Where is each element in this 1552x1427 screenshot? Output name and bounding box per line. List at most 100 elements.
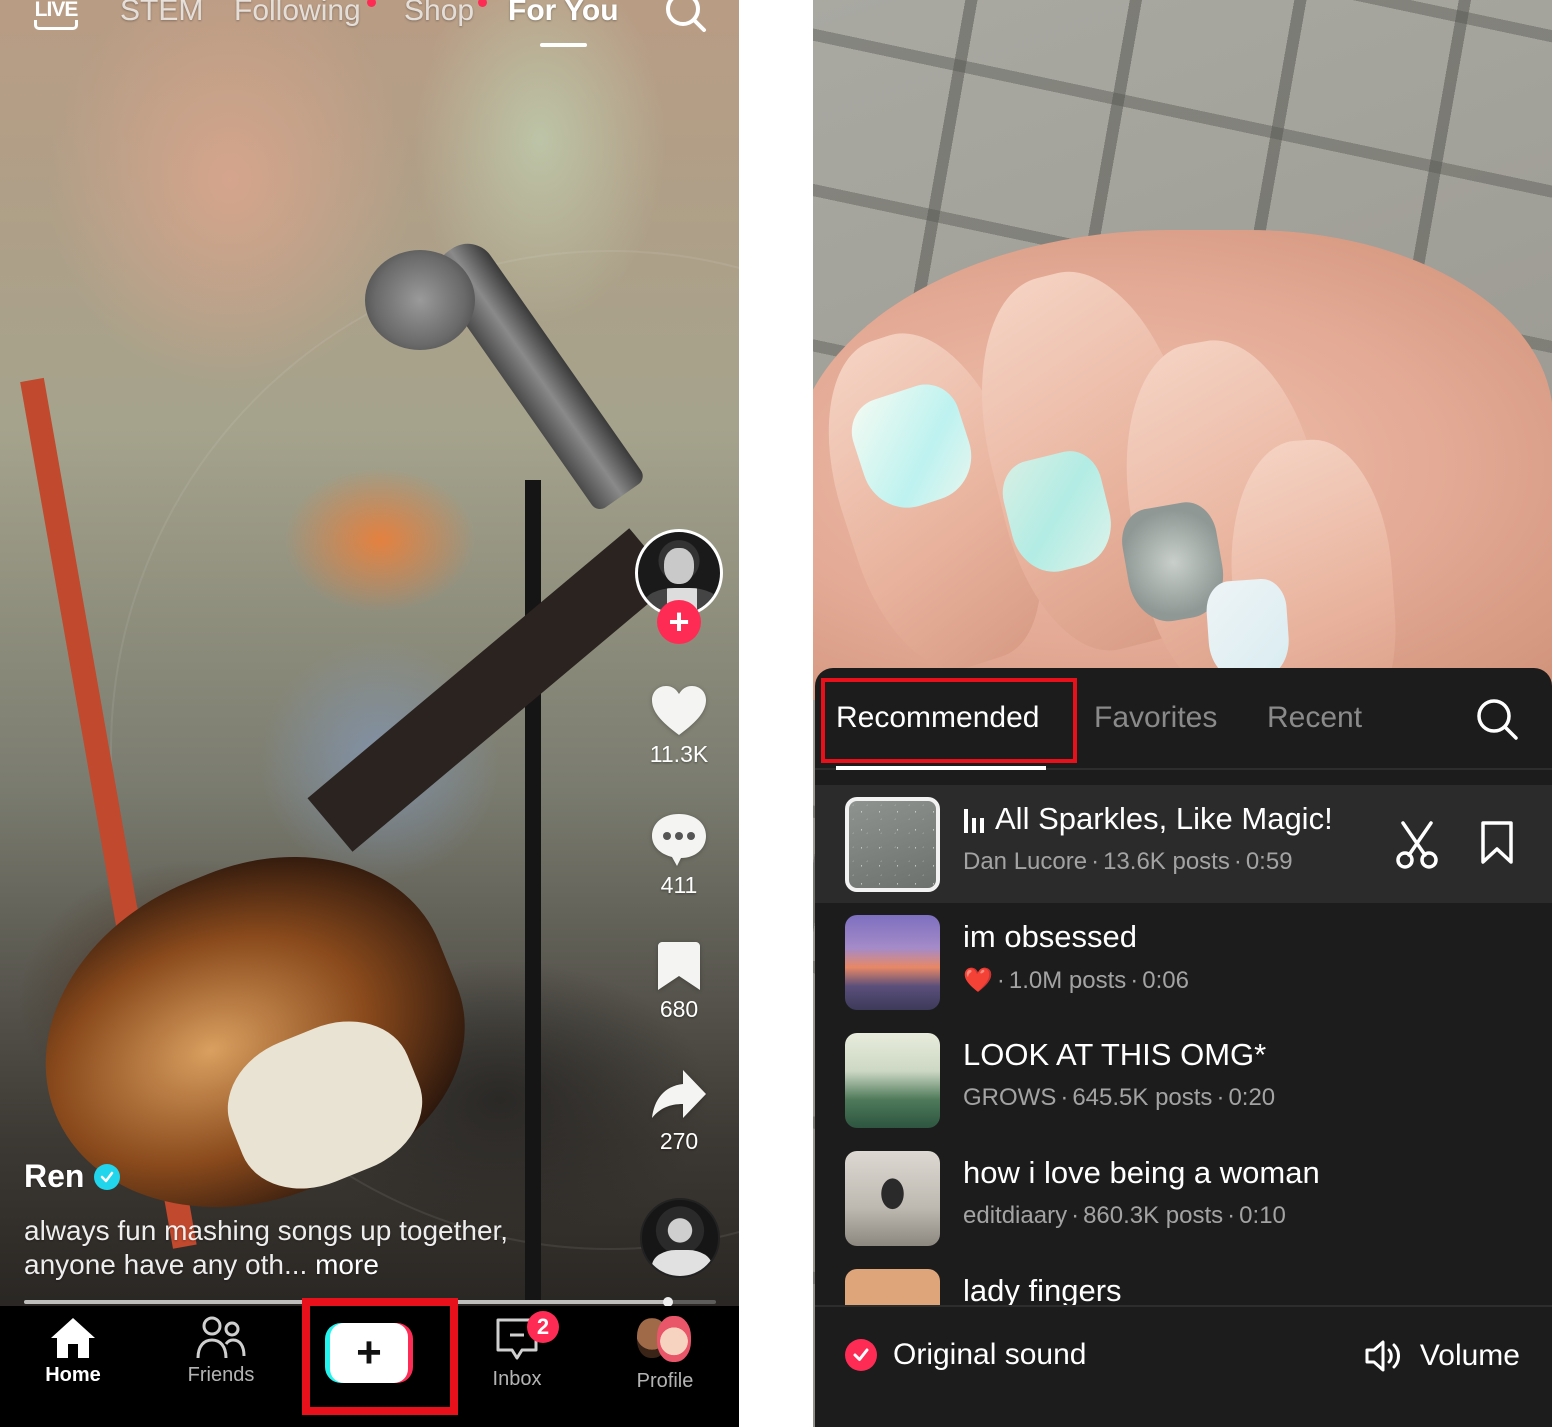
bookmark-count: 680 (659, 996, 699, 1022)
sound-title: how i love being a woman (963, 1155, 1320, 1190)
sound-duration: 0:20 (1228, 1084, 1276, 1111)
sound-search-icon[interactable] (1474, 696, 1520, 742)
sound-meta: Dan Lucore · 13.6K posts · 0:59 (963, 848, 1293, 876)
original-sound-toggle[interactable]: Original sound (845, 1338, 1086, 1372)
sound-row[interactable]: im obsessed ❤️ · 1.0M posts · 0:06 (815, 903, 1552, 1021)
sound-title: lady fingers (963, 1273, 1122, 1305)
original-sound-label: Original sound (893, 1338, 1087, 1371)
verified-badge-icon (94, 1163, 121, 1190)
tab-following[interactable]: Following (234, 0, 361, 28)
sound-title-text: All Sparkles, Like Magic! (995, 801, 1333, 836)
volume-button[interactable]: Volume (1364, 1338, 1520, 1374)
top-feed-nav: LIVE STEM Following Shop For You (0, 0, 739, 60)
search-icon[interactable] (662, 0, 710, 36)
sound-title: All Sparkles, Like Magic! (963, 801, 1333, 837)
nav-inbox[interactable]: Inbox (447, 1306, 587, 1427)
nav-profile[interactable]: Profile (595, 1306, 735, 1427)
bookmark-button[interactable]: 680 (630, 942, 728, 1023)
video-mic-head (365, 250, 475, 350)
sound-thumbnail (845, 915, 940, 1010)
meta-separator: · (1130, 966, 1139, 994)
sound-sheet-footer: Original sound Volume (815, 1305, 1552, 1427)
nav-friends[interactable]: Friends (151, 1306, 291, 1427)
sound-bottom-sheet: Recommended Favorites Recent All Sparkle… (815, 668, 1552, 1427)
tab-stem[interactable]: STEM (120, 0, 203, 28)
heart-emoji-icon: ❤️ (963, 967, 993, 994)
like-button[interactable]: 11.3K (630, 685, 728, 768)
caption-text: always fun mashing songs up together, an… (24, 1215, 509, 1280)
comment-count: 411 (660, 872, 698, 898)
nav-profile-label: Profile (636, 1370, 694, 1392)
meta-separator: · (1071, 1202, 1080, 1229)
tab-shop[interactable]: Shop (404, 0, 474, 28)
sound-duration: 0:59 (1245, 848, 1293, 875)
nav-inbox-label: Inbox (492, 1368, 542, 1390)
meta-separator: · (1216, 1084, 1225, 1111)
meta-separator: · (996, 966, 1005, 994)
share-count: 270 (659, 1128, 699, 1154)
meta-separator: · (1227, 1202, 1236, 1229)
comment-icon (652, 814, 706, 866)
sound-title: LOOK AT THIS OMG* (963, 1037, 1267, 1072)
post-caption[interactable]: always fun mashing songs up together, an… (24, 1214, 584, 1282)
comment-button[interactable]: 411 (630, 812, 728, 899)
sound-thumbnail (845, 797, 940, 892)
sound-posts: 13.6K posts (1103, 848, 1230, 875)
meta-separator: · (1060, 1084, 1069, 1111)
sound-artist: Dan Lucore (963, 848, 1088, 875)
bookmark-icon (658, 942, 700, 990)
sound-artist: GROWS (963, 1084, 1057, 1111)
active-tab-indicator (540, 43, 587, 47)
speaker-volume-icon (1365, 1340, 1400, 1372)
sound-meta: editdiaary · 860.3K posts · 0:10 (963, 1202, 1286, 1230)
sound-row[interactable]: lady fingers (815, 1257, 1552, 1305)
active-sound-tab-indicator (836, 766, 1046, 770)
favorite-sound-bookmark-icon[interactable] (1479, 821, 1515, 865)
meta-separator: · (1091, 848, 1100, 875)
caption-more-link[interactable]: more (315, 1249, 379, 1280)
trim-scissors-icon[interactable] (1395, 821, 1439, 869)
author-name: Ren (24, 1158, 85, 1194)
share-button[interactable]: 270 (630, 1068, 728, 1155)
shop-notification-dot (478, 0, 487, 7)
sound-meta: GROWS · 645.5K posts · 0:20 (963, 1084, 1275, 1112)
preview-nail-4 (1204, 577, 1292, 683)
share-arrow-icon (652, 1070, 706, 1118)
nav-home-label: Home (45, 1364, 101, 1386)
nav-home[interactable]: Home (3, 1306, 143, 1427)
post-author[interactable]: Ren (24, 1158, 121, 1195)
sound-posts: 860.3K posts (1083, 1202, 1224, 1229)
sound-duration: 0:06 (1142, 966, 1189, 994)
sound-title: im obsessed (963, 919, 1138, 954)
profile-avatar-right (657, 1316, 691, 1362)
profile-avatar-icon (635, 1316, 695, 1366)
follow-plus-button[interactable]: + (657, 600, 701, 644)
tab-favorites[interactable]: Favorites (1094, 701, 1217, 735)
sound-list: All Sparkles, Like Magic! Dan Lucore · 13.… (815, 772, 1552, 1305)
sound-meta: ❤️ · 1.0M posts · 0:06 (963, 966, 1189, 995)
friends-icon (196, 1316, 246, 1359)
home-icon (51, 1318, 95, 1358)
disc-avatar-shirt (652, 1250, 712, 1276)
live-button[interactable]: LIVE (33, 0, 79, 30)
nav-friends-label: Friends (187, 1364, 255, 1386)
meta-separator: · (1233, 848, 1242, 875)
sound-row[interactable]: All Sparkles, Like Magic! Dan Lucore · 13.… (815, 785, 1552, 903)
sound-tabs: Recommended Favorites Recent (815, 668, 1552, 770)
tiktok-feed-screen: LIVE STEM Following Shop For You + 11.3K… (0, 0, 739, 1427)
sound-thumbnail (845, 1151, 940, 1246)
sound-disc-avatar[interactable] (640, 1198, 720, 1278)
create-button-highlight-box (302, 1298, 458, 1415)
sound-thumbnail (845, 1269, 940, 1305)
video-player[interactable] (0, 0, 739, 1427)
following-notification-dot (367, 0, 376, 7)
avatar-face (664, 548, 694, 584)
volume-label: Volume (1419, 1339, 1520, 1372)
sound-row[interactable]: how i love being a woman editdiaary · 860.… (815, 1139, 1552, 1257)
sound-row[interactable]: LOOK AT THIS OMG* GROWS · 645.5K posts · 0:2… (815, 1021, 1552, 1139)
plus-icon: + (668, 601, 690, 642)
sound-thumbnail (845, 1033, 940, 1128)
sound-artist: editdiaary (963, 1202, 1068, 1229)
tab-for-you[interactable]: For You (508, 0, 619, 28)
tab-recent[interactable]: Recent (1267, 701, 1362, 735)
